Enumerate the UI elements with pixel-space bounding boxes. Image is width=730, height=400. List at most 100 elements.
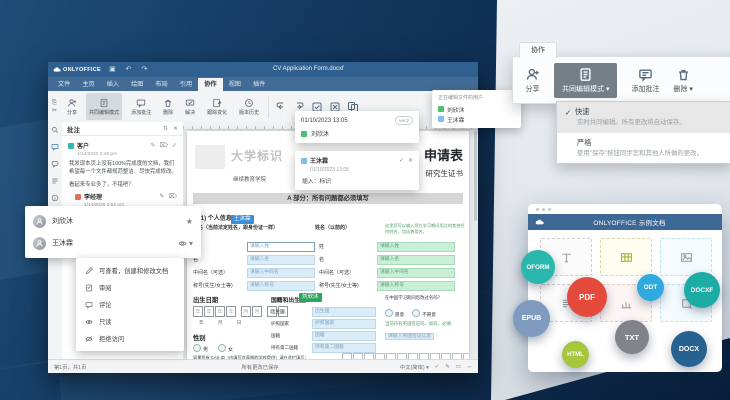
radio-male[interactable] [193,344,201,352]
editing-user-row: 王沐霖 [438,114,515,124]
paste-icon[interactable]: ✂ [52,108,57,114]
add-comment-button[interactable]: 添加批注 [128,93,154,120]
menu-item-read-only[interactable]: 只读 [76,313,184,330]
title-select[interactable]: 请输入称号 [247,281,315,291]
chevron-down-icon: ▾ [189,239,193,248]
tab-plugins[interactable]: 插件 [247,78,271,91]
passport-country-input[interactable]: 护照国家 [312,319,376,329]
delete-reply-icon[interactable]: ⌦ [169,193,177,200]
tab-file[interactable]: 文件 [52,78,76,91]
format-bubble-odt[interactable]: ODT [637,274,664,301]
coediting-fast-option[interactable]: ✓快速 实时共同编辑。所有更改将自动保存。 [557,102,730,133]
search-icon[interactable] [51,126,59,136]
option-yes[interactable]: 愿意 [385,309,404,318]
menu-item-review[interactable]: 审阅 [76,279,184,296]
format-bubble-pdf[interactable]: PDF [567,277,607,317]
comments-close-icon[interactable]: ✕ [173,125,178,132]
reject-change-icon[interactable]: ✕ [408,157,413,164]
fit-page-icon[interactable]: ▭ [456,364,461,370]
spellcheck-icon[interactable]: ✓ [435,364,439,370]
collab-share-button[interactable]: 分享 [525,67,540,94]
edit-comment-icon[interactable]: ✎ [150,142,155,149]
menu-item-full-access[interactable]: 可查看，创建和修改文档 [76,262,184,279]
tab-layout[interactable]: 布局 [150,78,174,91]
navigation-icon[interactable] [51,177,59,187]
undo-icon[interactable]: ↶ [124,65,133,74]
tab-draw[interactable]: 绘图 [125,78,149,91]
chat-icon[interactable] [51,160,59,170]
doc-edit-icon [578,67,593,82]
sharing-user-row[interactable]: 刘欣沐 ★ [33,210,193,232]
menu-item-deny-access[interactable]: 拒绝访问 [76,330,184,347]
format-bubble-docxf[interactable]: DOCXF [684,272,720,308]
comments-sort-icon[interactable]: ⇅ [163,125,168,132]
tab-references[interactable]: 引用 [174,78,198,91]
comment-balloon-icon [85,301,93,309]
sharing-user-row[interactable]: 王沐霖 ▾ [33,232,193,254]
tab-insert[interactable]: 插入 [101,78,125,91]
document-title: CV Application Form.docxf [273,62,344,77]
givenname-input[interactable]: 请输入名 [247,255,315,265]
radio-yes[interactable] [385,309,393,317]
tab-home[interactable]: 主页 [76,78,100,91]
track-changes-button[interactable]: 跟踪变化 [204,93,230,120]
track-changes-status-icon[interactable]: ✎ [445,364,449,370]
menu-item-comment[interactable]: 评论 [76,296,184,313]
option-no[interactable]: 不愿意 [412,309,436,318]
trash-icon [163,98,173,108]
version-history-button[interactable]: 版本历史 [236,93,262,120]
gender-male-option[interactable]: 男 [193,344,208,353]
coediting-mode-button[interactable]: 共同编辑模式 [86,93,122,120]
clipboard-mini-buttons[interactable]: ⎘ ✂ [52,100,57,114]
format-bubble-txt[interactable]: TXT [615,320,649,354]
save-icon[interactable]: ▣ [108,65,117,74]
accept-change-icon[interactable]: ✓ [399,157,404,164]
surname-previous-input[interactable]: 请输入姓 [377,242,455,252]
radio-female[interactable] [218,344,226,352]
surname-input[interactable]: 请输入姓 [247,242,315,252]
format-bubble-oform[interactable]: OFORM [521,250,555,284]
remove-comment-button[interactable]: 删除 [160,93,176,120]
fit-width-icon[interactable]: ⇔ [467,364,472,370]
format-bubble-epub[interactable]: EPUB [513,300,550,337]
givenname-previous-input[interactable]: 请输入名 [377,255,455,265]
access-rights-toggle[interactable]: ▾ [178,239,193,248]
copy-icon[interactable]: ⎘ [52,100,57,106]
tab-collaboration[interactable]: 协作 [198,78,222,91]
previous-change-button[interactable] [275,101,287,113]
redo-icon[interactable]: ↷ [140,65,149,74]
title-previous-select[interactable]: 请输入称号 [377,281,455,291]
format-bubble-docx[interactable]: DOCX [671,331,707,367]
comment-header-row: 客户 ✎ ⌦ ✓ [68,141,177,150]
fast-description: 实时共同编辑。所有更改将自动保存。 [577,119,723,128]
coediting-strict-option[interactable]: 严格 使用"保存"按钮同步您和其他人所做的更改。 [557,133,730,164]
gender-female-option[interactable]: 女 [218,344,233,353]
share-button[interactable]: 分享 [64,93,80,120]
resolve-comment-icon[interactable]: ✓ [172,142,177,149]
comment-thread: 客户 ✎ ⌦ ✓ 1/14/2020 3:48 pm 我发现本页上没有100%完… [62,136,183,216]
edit-reply-icon[interactable]: ✎ [159,193,164,200]
format-bubble-html[interactable]: HTML [562,341,589,368]
birth-country-input[interactable]: 出生国 [312,307,376,317]
collab-add-comment-button[interactable]: 添加批注 [631,67,659,94]
feedback-info-icon[interactable] [51,194,59,204]
cloud-logo-icon [535,218,544,227]
visa-input[interactable]: 请输入英国签证信息 [385,333,434,340]
middlename-input[interactable]: 请输入中间名 [247,268,315,278]
collab-remove-button[interactable]: 删除 ▾ [673,67,692,94]
nationality-input[interactable]: 国籍 [312,331,376,341]
tab-view[interactable]: 视图 [223,78,247,91]
collab-card-tab[interactable]: 协作 [519,42,557,58]
delete-comment-icon[interactable]: ⌦ [159,142,167,149]
comment-text: 我发现本页上没有100%完成度的文档，我们希望每一个文件都规范整洁、尽快完成修改… [69,160,177,176]
collab-coediting-button[interactable]: 共同编辑模式 ▾ [554,63,617,98]
second-nationality-input[interactable]: 持有第二国籍 [312,343,376,353]
vertical-scrollbar[interactable] [474,131,477,221]
resolve-button[interactable]: 解决 [182,93,198,120]
table-tile[interactable] [600,238,652,276]
image-tile[interactable] [660,238,712,276]
language-selector[interactable]: 中文(简体) ▾ [400,363,429,371]
middlename-previous-input[interactable]: 请输入中间名 [377,268,455,278]
radio-no[interactable] [412,309,420,317]
comments-panel-icon[interactable] [51,143,59,153]
